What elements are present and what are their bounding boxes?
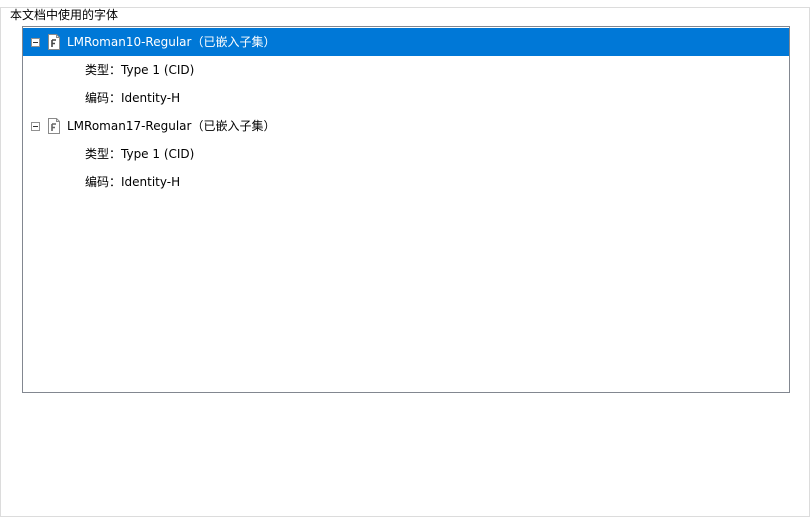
font-2-encoding-property[interactable]: 编码：Identity-H xyxy=(85,168,180,196)
font-1-type-property[interactable]: 类型：Type 1 (CID) xyxy=(85,56,194,84)
font-2-type-property[interactable]: 类型：Type 1 (CID) xyxy=(85,140,194,168)
font-1-encoding-property[interactable]: 编码：Identity-H xyxy=(85,84,180,112)
font-name-label: LMRoman10-Regular（已嵌入子集） xyxy=(67,35,276,49)
groupbox-title: 本文档中使用的字体 xyxy=(7,8,122,22)
fonts-tree[interactable]: LMRoman10-Regular（已嵌入子集） 类型：Type 1 (CID)… xyxy=(22,26,790,393)
font-file-icon xyxy=(48,118,60,134)
tree-node-font-1[interactable]: LMRoman10-Regular（已嵌入子集） xyxy=(23,28,789,56)
tree-node-font-2[interactable]: LMRoman17-Regular（已嵌入子集） xyxy=(23,112,789,140)
collapse-toggle-icon[interactable] xyxy=(31,122,40,131)
collapse-toggle-icon[interactable] xyxy=(31,38,40,47)
font-file-icon xyxy=(48,34,60,50)
font-name-label: LMRoman17-Regular（已嵌入子集） xyxy=(67,119,276,133)
